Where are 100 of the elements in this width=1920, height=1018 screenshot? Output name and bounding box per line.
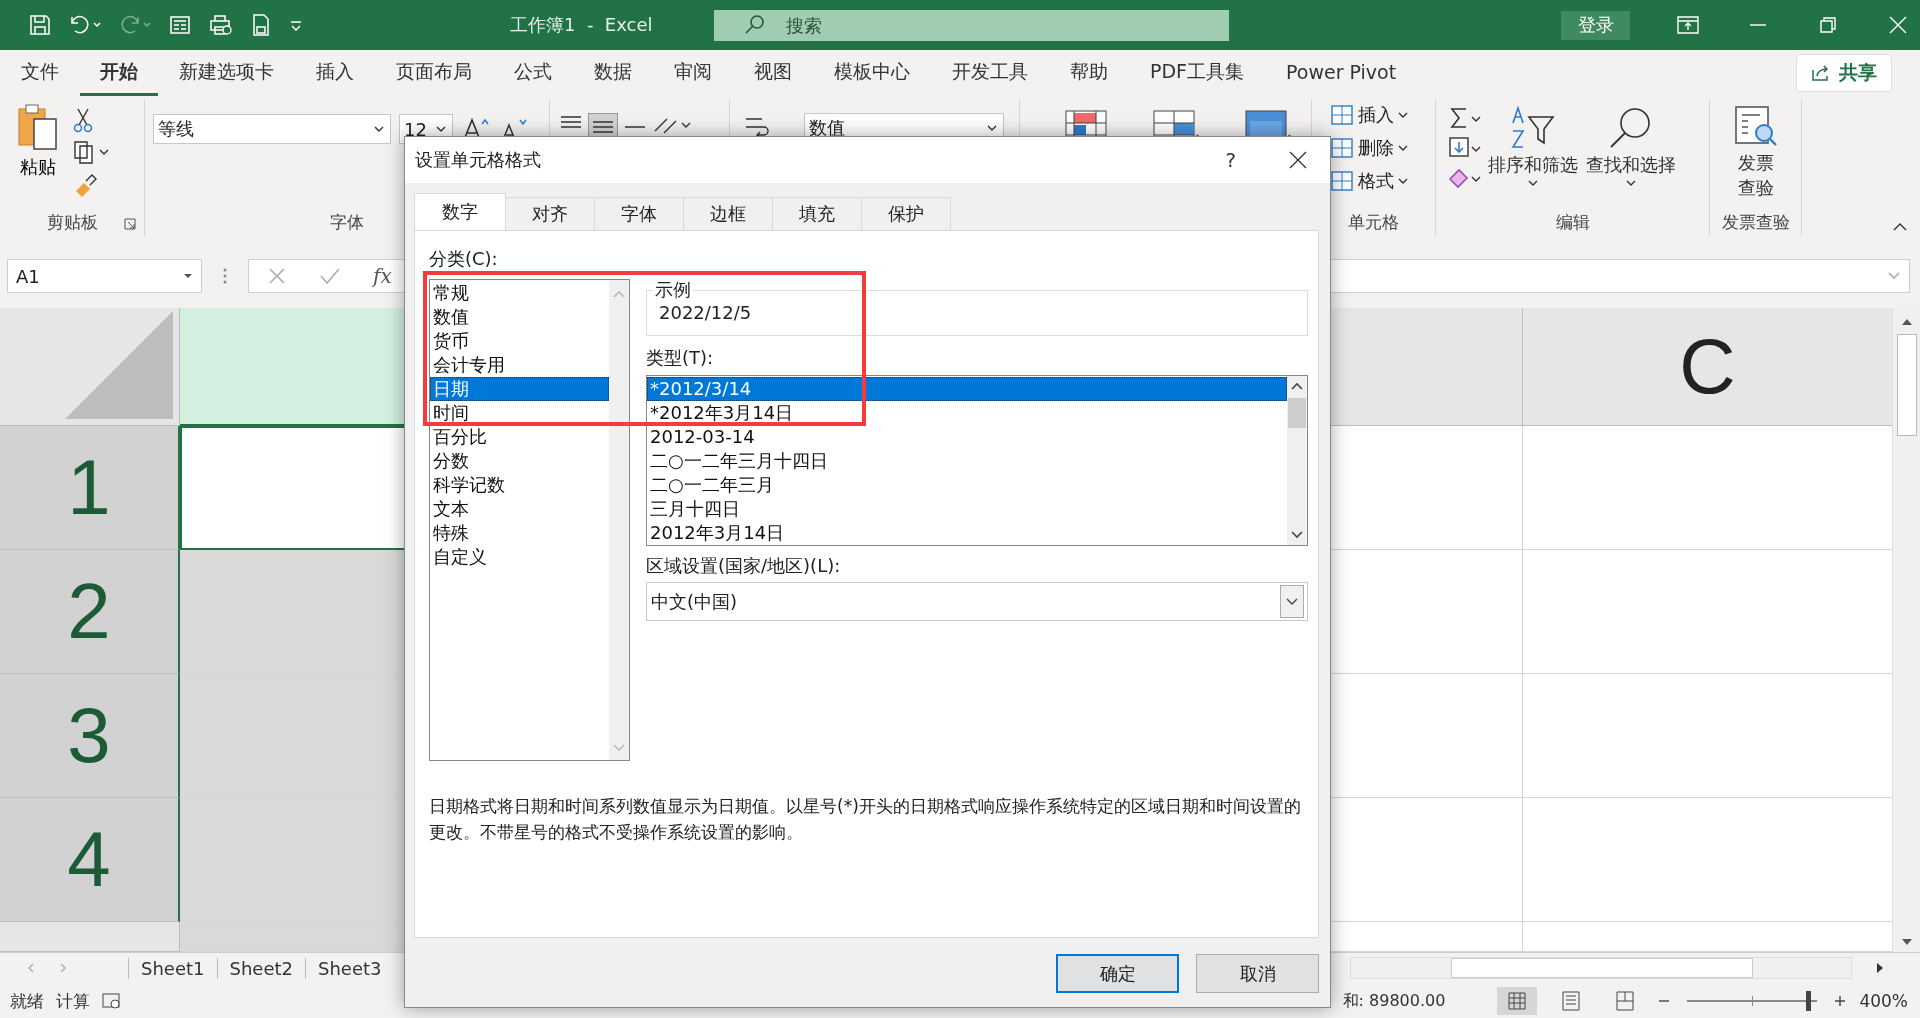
ribbon-tab[interactable]: Power Pivot bbox=[1265, 55, 1418, 94]
sheet-tab[interactable]: Sheet3 bbox=[305, 957, 394, 979]
name-box[interactable]: A1 bbox=[7, 259, 202, 293]
share-button[interactable]: 共享 bbox=[1796, 53, 1892, 92]
list-item[interactable]: 数值 bbox=[430, 305, 609, 329]
list-item[interactable]: 特殊 bbox=[430, 521, 609, 545]
group-label: 剪贴板 bbox=[46, 210, 98, 234]
ribbon-display-icon[interactable] bbox=[1676, 15, 1700, 35]
row-header[interactable]: 1 bbox=[0, 426, 180, 550]
form-icon[interactable] bbox=[168, 13, 192, 37]
paste-button[interactable]: 粘贴 bbox=[16, 103, 60, 208]
zoom-slider[interactable] bbox=[1687, 991, 1818, 1011]
list-item[interactable]: 货币 bbox=[430, 329, 609, 353]
sort-filter-button[interactable]: 排序和筛选 bbox=[1486, 105, 1580, 208]
ribbon-tab[interactable]: 视图 bbox=[733, 53, 813, 96]
ribbon-tab[interactable]: 模板中心 bbox=[813, 53, 931, 96]
chevron-icon bbox=[1398, 177, 1408, 185]
print-preview-icon[interactable] bbox=[250, 13, 272, 37]
scroll-thumb[interactable] bbox=[1896, 334, 1917, 436]
check-icon[interactable] bbox=[319, 266, 341, 286]
scrollbar[interactable] bbox=[1287, 376, 1307, 545]
find-select-button[interactable]: 查找和选择 bbox=[1584, 105, 1678, 208]
column-header[interactable]: C bbox=[1523, 308, 1892, 426]
print-icon[interactable] bbox=[208, 13, 234, 37]
login-button[interactable]: 登录 bbox=[1561, 10, 1630, 40]
list-item[interactable]: 2012年3月14日 bbox=[647, 521, 1287, 545]
copy-icon[interactable] bbox=[72, 139, 110, 165]
zoom-in-icon[interactable] bbox=[1833, 994, 1848, 1008]
ribbon-tab[interactable]: 数据 bbox=[573, 53, 653, 96]
invoice-check-button[interactable]: 发票 查验 bbox=[1729, 103, 1782, 208]
vertical-scrollbar[interactable] bbox=[1892, 308, 1920, 952]
list-item[interactable]: *2012年3月14日 bbox=[647, 401, 1287, 425]
sum-text: 和: 89800.00 bbox=[1342, 990, 1446, 1012]
horizontal-scrollbar[interactable] bbox=[1350, 957, 1852, 979]
list-item[interactable]: 2012-03-14 bbox=[647, 425, 1287, 449]
list-item[interactable]: 百分比 bbox=[430, 425, 609, 449]
ribbon-tab[interactable]: 公式 bbox=[493, 53, 573, 96]
scroll-thumb[interactable] bbox=[1451, 958, 1753, 978]
type-label: 类型(T): bbox=[646, 346, 715, 370]
cells-menu-button[interactable]: 插入 bbox=[1330, 101, 1435, 129]
row-header[interactable]: 3 bbox=[0, 674, 180, 798]
cut-icon[interactable] bbox=[72, 107, 94, 133]
chevron-icon bbox=[1286, 597, 1298, 606]
status-text: 就绪 bbox=[10, 989, 44, 1013]
group-label: 编辑 bbox=[1555, 210, 1590, 234]
list-item[interactable]: 日期 bbox=[430, 377, 609, 401]
dialog-launcher-icon[interactable] bbox=[124, 218, 136, 230]
dialog-tab[interactable]: 保护 bbox=[861, 197, 951, 230]
row-header[interactable]: 2 bbox=[0, 550, 180, 674]
ribbon-tab[interactable]: 文件 bbox=[0, 53, 80, 96]
group-label: 单元格 bbox=[1348, 210, 1399, 234]
scroll-thumb[interactable] bbox=[1288, 398, 1306, 428]
zoom-level[interactable]: 400% bbox=[1859, 991, 1908, 1011]
help-button[interactable]: ? bbox=[1219, 147, 1242, 173]
sheet-tab[interactable]: Sheet2 bbox=[216, 957, 305, 979]
row-header[interactable]: 4 bbox=[0, 798, 180, 922]
collapse-ribbon-icon[interactable] bbox=[1892, 222, 1908, 232]
list-item[interactable]: 自定义 bbox=[430, 545, 609, 569]
ribbon-tab[interactable]: 新建选项卡 bbox=[158, 53, 295, 96]
scroll-up-icon[interactable] bbox=[1290, 380, 1304, 392]
list-item[interactable]: 分数 bbox=[430, 449, 609, 473]
list-item[interactable]: 时间 bbox=[430, 401, 609, 425]
locale-dropdown[interactable]: 中文(中国) bbox=[646, 582, 1308, 621]
ribbon-tab[interactable]: 开始 bbox=[80, 53, 158, 96]
list-item[interactable]: 文本 bbox=[430, 497, 609, 521]
dialog-tab[interactable]: 数字 bbox=[414, 193, 506, 230]
list-item[interactable]: 二○一二年三月 bbox=[647, 473, 1287, 497]
scroll-down-icon[interactable] bbox=[1290, 529, 1304, 541]
ribbon-tab[interactable]: 审阅 bbox=[653, 53, 733, 96]
list-item[interactable]: *2012/3/14 bbox=[647, 377, 1287, 401]
dialog-button[interactable]: 取消 bbox=[1196, 954, 1319, 993]
insert-function-button[interactable]: fx bbox=[373, 264, 392, 288]
cells-menu-button[interactable]: 删除 bbox=[1330, 134, 1435, 162]
chevron-icon bbox=[374, 125, 384, 133]
triangle-icon bbox=[65, 311, 175, 421]
dialog-title: 设置单元格格式 bbox=[415, 148, 541, 172]
sample-value: 2022/12/5 bbox=[659, 302, 752, 323]
search-field[interactable]: 搜索 bbox=[714, 9, 1229, 41]
slider-thumb[interactable] bbox=[1805, 991, 1811, 1011]
chevron-icon bbox=[1398, 111, 1408, 119]
cells-menu-button[interactable]: 格式 bbox=[1330, 167, 1435, 195]
autosum-icon[interactable] bbox=[1448, 105, 1482, 131]
status-text: 计算 bbox=[56, 989, 90, 1013]
list-item[interactable]: 三月十四日 bbox=[647, 497, 1287, 521]
list-item[interactable]: 二○一二年三月十四日 bbox=[647, 449, 1287, 473]
list-item[interactable]: 常规 bbox=[430, 281, 609, 305]
ribbon-tab[interactable]: 页面布局 bbox=[375, 53, 493, 96]
macro-record-icon[interactable] bbox=[102, 992, 122, 1010]
save-icon[interactable] bbox=[28, 13, 52, 37]
ribbon-tab[interactable]: 开发工具 bbox=[931, 53, 1049, 96]
close-icon[interactable] bbox=[1288, 150, 1308, 170]
font-name-field[interactable]: 等线 bbox=[153, 114, 391, 144]
normal-view-icon[interactable] bbox=[1497, 987, 1538, 1015]
ribbon-tab[interactable]: PDF工具集 bbox=[1129, 53, 1266, 96]
list-item[interactable]: 科学记数 bbox=[430, 473, 609, 497]
dialog-button[interactable]: 确定 bbox=[1056, 954, 1179, 993]
list-item[interactable]: 会计专用 bbox=[430, 353, 609, 377]
ribbon-tab[interactable]: 帮助 bbox=[1049, 53, 1129, 96]
ribbon-tab[interactable]: 插入 bbox=[295, 53, 375, 96]
sheet-tab[interactable]: Sheet1 bbox=[128, 957, 217, 979]
